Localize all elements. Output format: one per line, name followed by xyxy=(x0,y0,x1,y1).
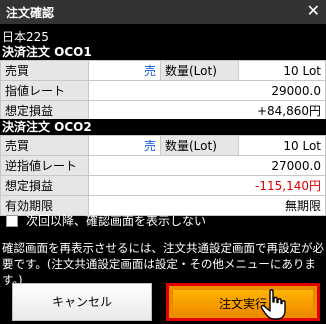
expected-pl-value: -115,140円 xyxy=(88,175,326,196)
quantity-value: 10 Lot xyxy=(238,135,326,156)
oco2-table: 売買 売 数量(Lot) 10 Lot 逆指値レート 27000.0 想定損益 … xyxy=(0,135,326,216)
table-row: 売買 売 数量(Lot) 10 Lot xyxy=(0,60,326,81)
redisplay-note: 確認画面を再表示させるには、注文共通設定画面で再設定が必要です。(注文共通設定画… xyxy=(2,241,324,287)
table-row: 逆指値レート 27000.0 xyxy=(0,155,326,176)
dont-show-again-label: 次回以降、確認画面を表示しない xyxy=(26,214,207,228)
table-row: 売買 売 数量(Lot) 10 Lot xyxy=(0,135,326,156)
label-cell: 数量(Lot) xyxy=(160,60,239,81)
table-row: 想定損益 +84,860円 xyxy=(0,100,326,121)
side-value: 売 xyxy=(88,135,161,156)
quantity-value: 10 Lot xyxy=(238,60,326,81)
label-cell: 想定損益 xyxy=(0,175,89,196)
product-name: 日本225 xyxy=(2,30,49,44)
label-cell: 売買 xyxy=(0,60,89,81)
cancel-button-label: キャンセル xyxy=(51,295,112,309)
table-row: 想定損益 -115,140円 xyxy=(0,175,326,196)
hand-pointer-icon xyxy=(260,289,286,320)
limit-rate-value: 29000.0 xyxy=(88,80,326,101)
label-cell: 逆指値レート xyxy=(0,155,89,176)
oco1-table: 売買 売 数量(Lot) 10 Lot 指値レート 29000.0 想定損益 +… xyxy=(0,60,326,121)
label-cell: 想定損益 xyxy=(0,100,89,121)
label-cell: 数量(Lot) xyxy=(160,135,239,156)
cancel-button[interactable]: キャンセル xyxy=(12,283,152,321)
dialog-titlebar: 注文確認 ✕ xyxy=(0,0,326,24)
oco1-header: 決済注文 OCO1 xyxy=(0,44,326,60)
side-value: 売 xyxy=(88,60,161,81)
dont-show-again-row[interactable]: 次回以降、確認画面を表示しない xyxy=(6,212,206,229)
close-icon[interactable]: ✕ xyxy=(307,2,320,20)
label-cell: 売買 xyxy=(0,135,89,156)
stop-rate-value: 27000.0 xyxy=(88,155,326,176)
execute-order-button[interactable]: 注文実行 xyxy=(166,283,320,321)
expected-pl-value: +84,860円 xyxy=(88,100,326,121)
dont-show-again-checkbox[interactable] xyxy=(6,214,18,227)
label-cell: 指値レート xyxy=(0,80,89,101)
table-row: 指値レート 29000.0 xyxy=(0,80,326,101)
oco2-header: 決済注文 OCO2 xyxy=(0,119,326,135)
dialog-title: 注文確認 xyxy=(6,6,55,20)
